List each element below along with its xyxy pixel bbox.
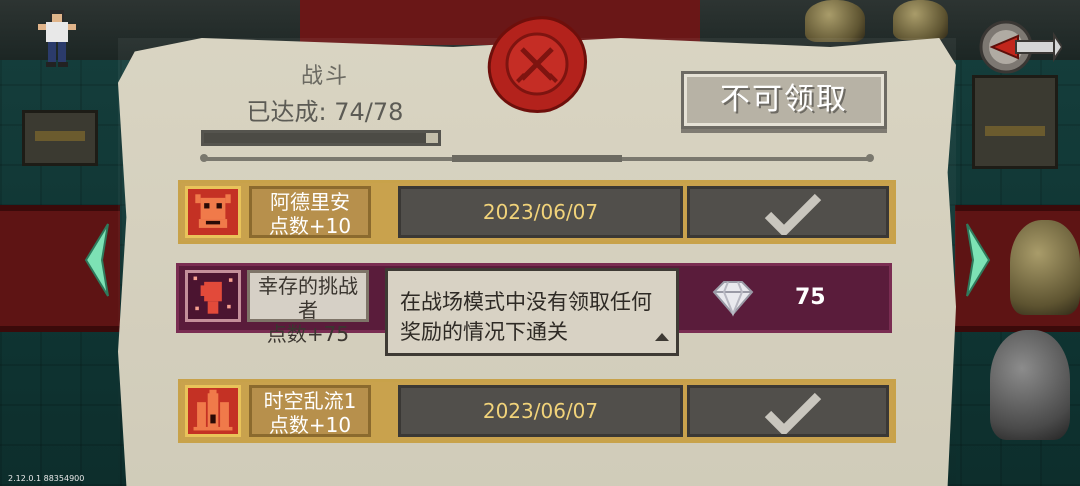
demon-face-icon (185, 186, 241, 238)
achievement-row[interactable]: 阿德里安 点数+10 2023/06/07 (178, 180, 896, 244)
next-page-arrow-icon[interactable] (963, 220, 993, 300)
completion-date: 2023/06/07 (398, 186, 683, 238)
hero-character-icon (38, 10, 76, 67)
achievement-row[interactable]: 时空乱流1 点数+10 2023/06/07 (178, 379, 896, 443)
previous-page-arrow-icon[interactable] (82, 220, 112, 300)
divider-endcap (200, 154, 208, 162)
achievement-name-box: 阿德里安 点数+10 (249, 186, 371, 238)
claim-button[interactable]: 不可领取 (681, 71, 887, 129)
divider-highlight (452, 155, 622, 162)
background-pedestal-left (22, 110, 98, 166)
achievement-name: 阿德里安 (270, 190, 350, 214)
achievement-points: 点数+10 (268, 214, 352, 238)
background-statue-bust (805, 0, 865, 42)
background-statue-bust (893, 0, 948, 40)
achievement-description-tooltip: 在战场模式中没有领取任何奖励的情况下通关 (385, 268, 679, 356)
background-pedestal-right (972, 75, 1058, 169)
progress-text: 已达成: 74/78 (246, 98, 404, 126)
completion-status (687, 385, 889, 437)
checkmark-icon (764, 193, 822, 235)
background-statue-bust (990, 330, 1070, 440)
achievement-name: 时空乱流1 (263, 389, 357, 413)
background-statue-bust (1010, 220, 1080, 315)
completion-status (687, 186, 889, 238)
reward-count: 75 (795, 285, 826, 310)
reward-box (712, 281, 754, 317)
progress-bar-fill (204, 133, 426, 143)
achievement-name-box: 时空乱流1 点数+10 (249, 385, 371, 437)
crossed-swords-seal-icon (487, 16, 588, 113)
divider-endcap (866, 154, 874, 162)
fist-icon (185, 270, 241, 322)
category-title: 战斗 (300, 64, 349, 89)
back-arrow-icon[interactable] (978, 18, 1062, 76)
achievement-name-box: 幸存的挑战者 点数+75 (247, 270, 369, 346)
progress-bar (201, 130, 441, 146)
completion-date: 2023/06/07 (398, 385, 683, 437)
achievement-points: 点数+10 (268, 413, 352, 437)
achievement-points: 点数+75 (266, 322, 350, 346)
castle-tower-icon (185, 385, 241, 437)
diamond-gem-icon (712, 281, 754, 317)
tooltip-eject-icon (655, 333, 669, 341)
achievement-name: 幸存的挑战者 (258, 274, 358, 322)
checkmark-icon (764, 392, 822, 434)
version-label: 2.12.0.1 88354900 (8, 474, 85, 483)
